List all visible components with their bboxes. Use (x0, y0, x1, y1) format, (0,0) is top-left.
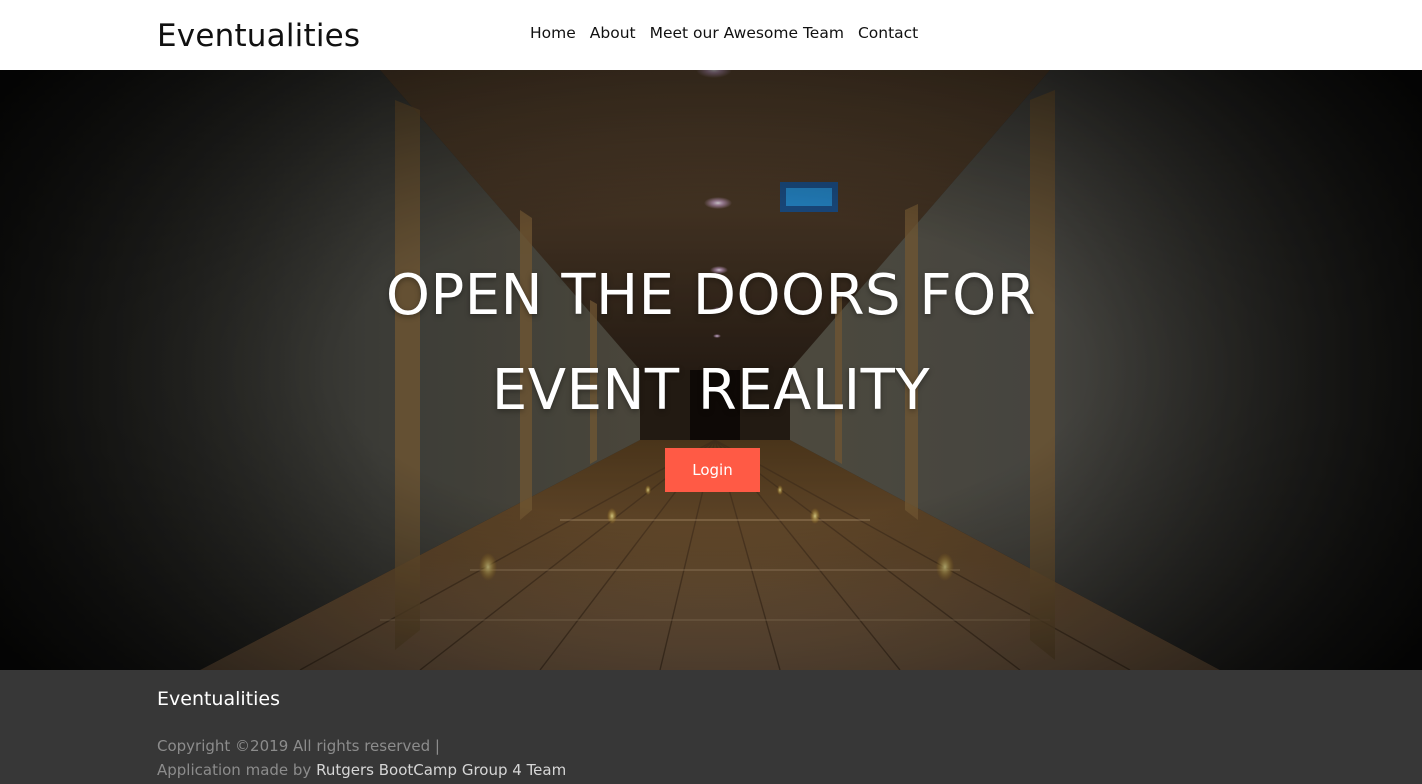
login-button[interactable]: Login (665, 448, 760, 492)
nav-link-home[interactable]: Home (523, 24, 583, 42)
made-by-line: Application made by Rutgers BootCamp Gro… (157, 758, 566, 782)
hero-title-line-1: OPEN THE DOORS FOR (385, 263, 1037, 328)
hero-title: OPEN THE DOORS FOR EVENT REALITY (0, 248, 1422, 438)
brand-logo-link[interactable]: Eventualities (157, 14, 360, 58)
footer-credits: Copyright ©2019 All rights reserved | Ap… (157, 734, 566, 782)
footer-brand: Eventualities (157, 688, 280, 710)
nav-link-contact[interactable]: Contact (851, 24, 925, 42)
made-by-prefix: Application made by (157, 761, 312, 779)
nav-menu: Home About Meet our Awesome Team Contact (523, 21, 925, 45)
footer: Eventualities Copyright ©2019 All rights… (0, 670, 1422, 784)
team-credit-link[interactable]: Rutgers BootCamp Group 4 Team (316, 761, 566, 779)
hero-title-line-2: EVENT REALITY (491, 358, 931, 423)
hero-section: OPEN THE DOORS FOR EVENT REALITY Login (0, 70, 1422, 670)
nav-link-about[interactable]: About (583, 24, 643, 42)
navbar: Eventualities Home About Meet our Awesom… (0, 0, 1422, 70)
nav-link-team[interactable]: Meet our Awesome Team (643, 24, 851, 42)
copyright-text: Copyright ©2019 All rights reserved | (157, 737, 440, 755)
